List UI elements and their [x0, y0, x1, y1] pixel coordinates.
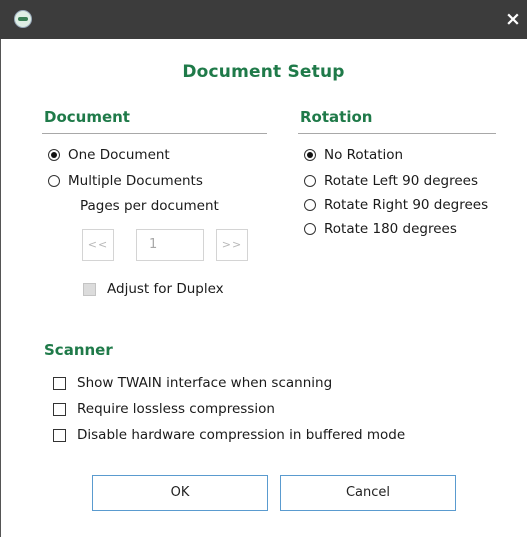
radio-one-document-label: One Document — [68, 147, 170, 163]
radio-rotate-right-90-label: Rotate Right 90 degrees — [324, 197, 489, 213]
radio-rotate-right-90[interactable]: Rotate Right 90 degrees — [304, 195, 488, 215]
title-bar: × — [0, 0, 527, 39]
adjust-duplex-checkbox[interactable]: Adjust for Duplex — [83, 279, 224, 299]
rotation-group-divider — [298, 133, 496, 134]
dialog-title: Document Setup — [182, 62, 345, 82]
window-border — [0, 39, 1, 537]
next-page-button[interactable]: >> — [216, 229, 248, 261]
pages-per-document-input[interactable]: 1 — [136, 229, 204, 261]
adjust-duplex-label: Adjust for Duplex — [107, 281, 224, 297]
radio-rotate-left-90[interactable]: Rotate Left 90 degrees — [304, 171, 478, 191]
radio-button[interactable] — [304, 175, 316, 187]
checkbox-box[interactable] — [83, 282, 96, 296]
document-group-header: Document — [44, 108, 130, 126]
radio-button[interactable] — [48, 175, 60, 187]
checkbox-require-lossless-label: Require lossless compression — [77, 401, 275, 417]
checkbox-require-lossless[interactable]: Require lossless compression — [53, 399, 275, 419]
document-group-divider — [42, 133, 267, 134]
close-button[interactable]: × — [505, 0, 527, 39]
radio-button[interactable] — [304, 199, 316, 211]
radio-button-selected[interactable] — [304, 149, 316, 161]
radio-one-document[interactable]: One Document — [48, 145, 170, 165]
radio-multiple-documents-label: Multiple Documents — [68, 173, 203, 189]
scanner-group-header: Scanner — [44, 341, 113, 359]
radio-rotate-left-90-label: Rotate Left 90 degrees — [324, 173, 478, 189]
checkbox-show-twain-label: Show TWAIN interface when scanning — [77, 375, 333, 391]
checkbox-box[interactable] — [53, 402, 66, 416]
checkbox-disable-hardware-compression[interactable]: Disable hardware compression in buffered… — [53, 425, 405, 445]
app-logo-icon — [14, 10, 32, 28]
rotation-group-header: Rotation — [300, 108, 373, 126]
cancel-button[interactable]: Cancel — [280, 475, 456, 511]
ok-button[interactable]: OK — [92, 475, 268, 511]
checkbox-box[interactable] — [53, 376, 66, 390]
prev-page-button[interactable]: << — [82, 229, 114, 261]
checkbox-show-twain[interactable]: Show TWAIN interface when scanning — [53, 373, 332, 393]
radio-multiple-documents[interactable]: Multiple Documents — [48, 171, 203, 191]
checkbox-box[interactable] — [53, 428, 66, 442]
radio-no-rotation[interactable]: No Rotation — [304, 145, 403, 165]
radio-rotate-180[interactable]: Rotate 180 degrees — [304, 219, 457, 239]
radio-rotate-180-label: Rotate 180 degrees — [324, 221, 457, 237]
radio-button-selected[interactable] — [48, 149, 60, 161]
radio-button[interactable] — [304, 223, 316, 235]
radio-no-rotation-label: No Rotation — [324, 147, 404, 163]
pages-per-document-label: Pages per document — [80, 198, 219, 214]
checkbox-disable-hardware-compression-label: Disable hardware compression in buffered… — [77, 427, 406, 443]
